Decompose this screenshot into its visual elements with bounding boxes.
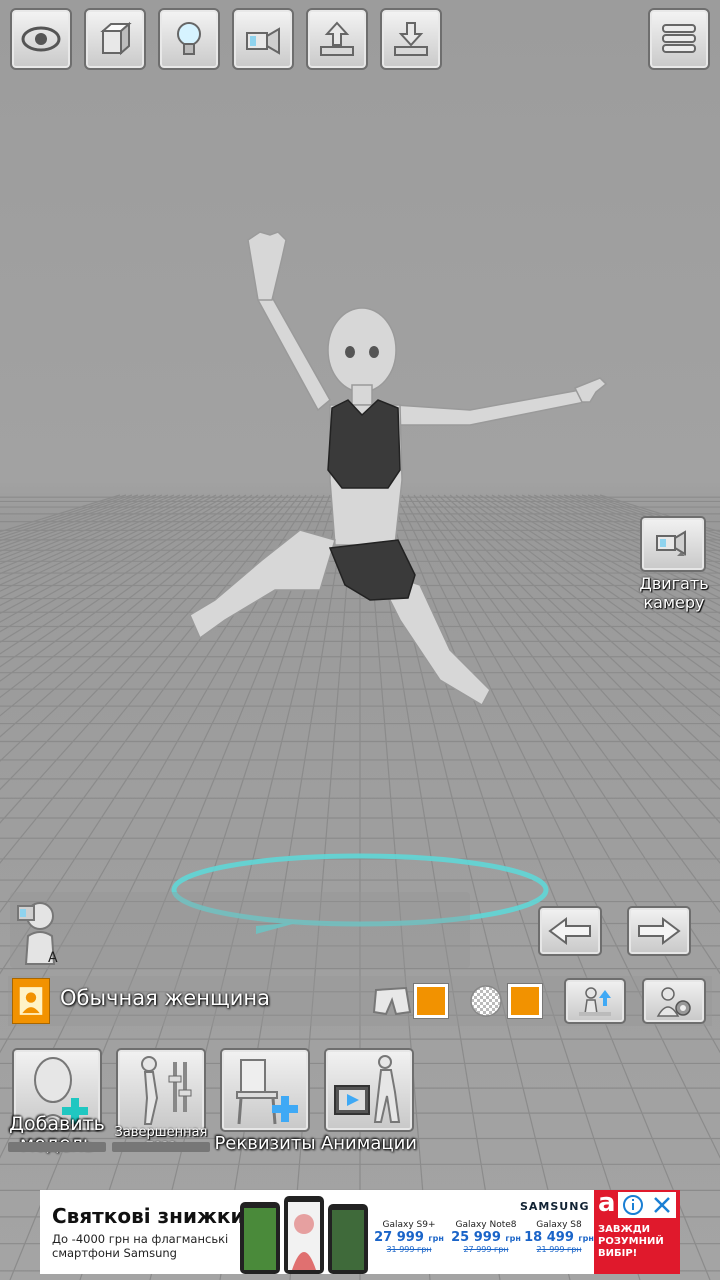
- ad-store-logo: a: [598, 1190, 616, 1218]
- props-label: Реквизиты: [214, 1133, 316, 1154]
- user-icon: [19, 987, 43, 1015]
- ad-product-old-price: 31 999 грн: [386, 1245, 432, 1254]
- ad-product-price: 25 999 грн: [451, 1230, 521, 1245]
- ad-product-2: Galaxy Note8 25 999 грн 27 999 грн: [446, 1220, 526, 1254]
- ad-controls: [618, 1192, 676, 1218]
- skin-color-swatch[interactable]: [507, 983, 543, 1019]
- ad-product-1: Galaxy S9+ 27 999 грн 31 999 грн: [374, 1220, 444, 1254]
- ad-title: Святкові знижки: [52, 1204, 245, 1228]
- pose-up-button[interactable]: [564, 978, 626, 1024]
- ad-product-price: 27 999 грн: [374, 1230, 444, 1245]
- clothing-button[interactable]: [372, 984, 412, 1018]
- ad-close-icon[interactable]: [651, 1194, 673, 1216]
- arrow-right-icon: [638, 917, 681, 945]
- prev-pose-button[interactable]: [538, 906, 602, 956]
- avatar-icon: A: [17, 902, 58, 966]
- pose-panel: [10, 892, 470, 968]
- ad-info-icon[interactable]: [622, 1194, 644, 1216]
- pose-library-icon: [141, 1056, 192, 1125]
- ad-banner[interactable]: Святкові знижки До -4000 грн на флагманс…: [40, 1190, 680, 1274]
- animations-button[interactable]: [324, 1048, 414, 1132]
- next-pose-button[interactable]: [627, 906, 691, 956]
- animations-label: Анимации: [320, 1133, 418, 1154]
- ad-product-old-price: 21 999 грн: [536, 1245, 582, 1254]
- svg-text:A: A: [48, 950, 58, 966]
- animation-film-icon: [334, 1055, 401, 1123]
- model-settings-button[interactable]: [642, 978, 706, 1024]
- move-camera-button[interactable]: [640, 516, 706, 572]
- ad-product-old-price: 27 999 грн: [463, 1245, 509, 1254]
- transparency-button[interactable]: [468, 984, 504, 1018]
- figure-up-icon: [579, 987, 611, 1016]
- camera-move-icon: [656, 530, 686, 556]
- chair-plus-icon: [236, 1059, 298, 1125]
- props-button[interactable]: [220, 1048, 310, 1132]
- arrow-left-icon: [548, 917, 591, 945]
- finished-pose-progress: [112, 1142, 210, 1152]
- ad-subtitle-2: смартфони Samsung: [52, 1246, 177, 1260]
- ad-brand: SAMSUNG: [520, 1200, 590, 1213]
- model-name[interactable]: Обычная женщина: [60, 986, 270, 1010]
- ad-phones-image: [240, 1196, 368, 1274]
- model-avatar-a[interactable]: A: [14, 896, 60, 966]
- ad-product-name: Galaxy Note8: [455, 1220, 517, 1230]
- ad-product-name: Galaxy S8: [536, 1220, 582, 1230]
- shorts-icon: [372, 986, 412, 1016]
- ad-subtitle-1: До -4000 грн на флагманські: [52, 1232, 229, 1246]
- finished-pose-button[interactable]: [116, 1048, 206, 1132]
- ad-product-3: Galaxy S8 18 499 грн 21 999 грн: [524, 1220, 594, 1254]
- user-gear-icon: [656, 987, 691, 1017]
- clothing-color-swatch[interactable]: [413, 983, 449, 1019]
- move-camera-label: Двигать камеру: [639, 574, 709, 612]
- ad-product-name: Galaxy S9+: [382, 1220, 436, 1230]
- add-model-progress: [8, 1142, 106, 1152]
- ad-product-price: 18 499 грн: [524, 1230, 594, 1245]
- ad-store-slogan: ЗАВЖДИ РОЗУМНИЙ ВИБІР!: [598, 1224, 664, 1259]
- transparency-icon: [470, 985, 502, 1017]
- model-user-button[interactable]: [12, 978, 50, 1024]
